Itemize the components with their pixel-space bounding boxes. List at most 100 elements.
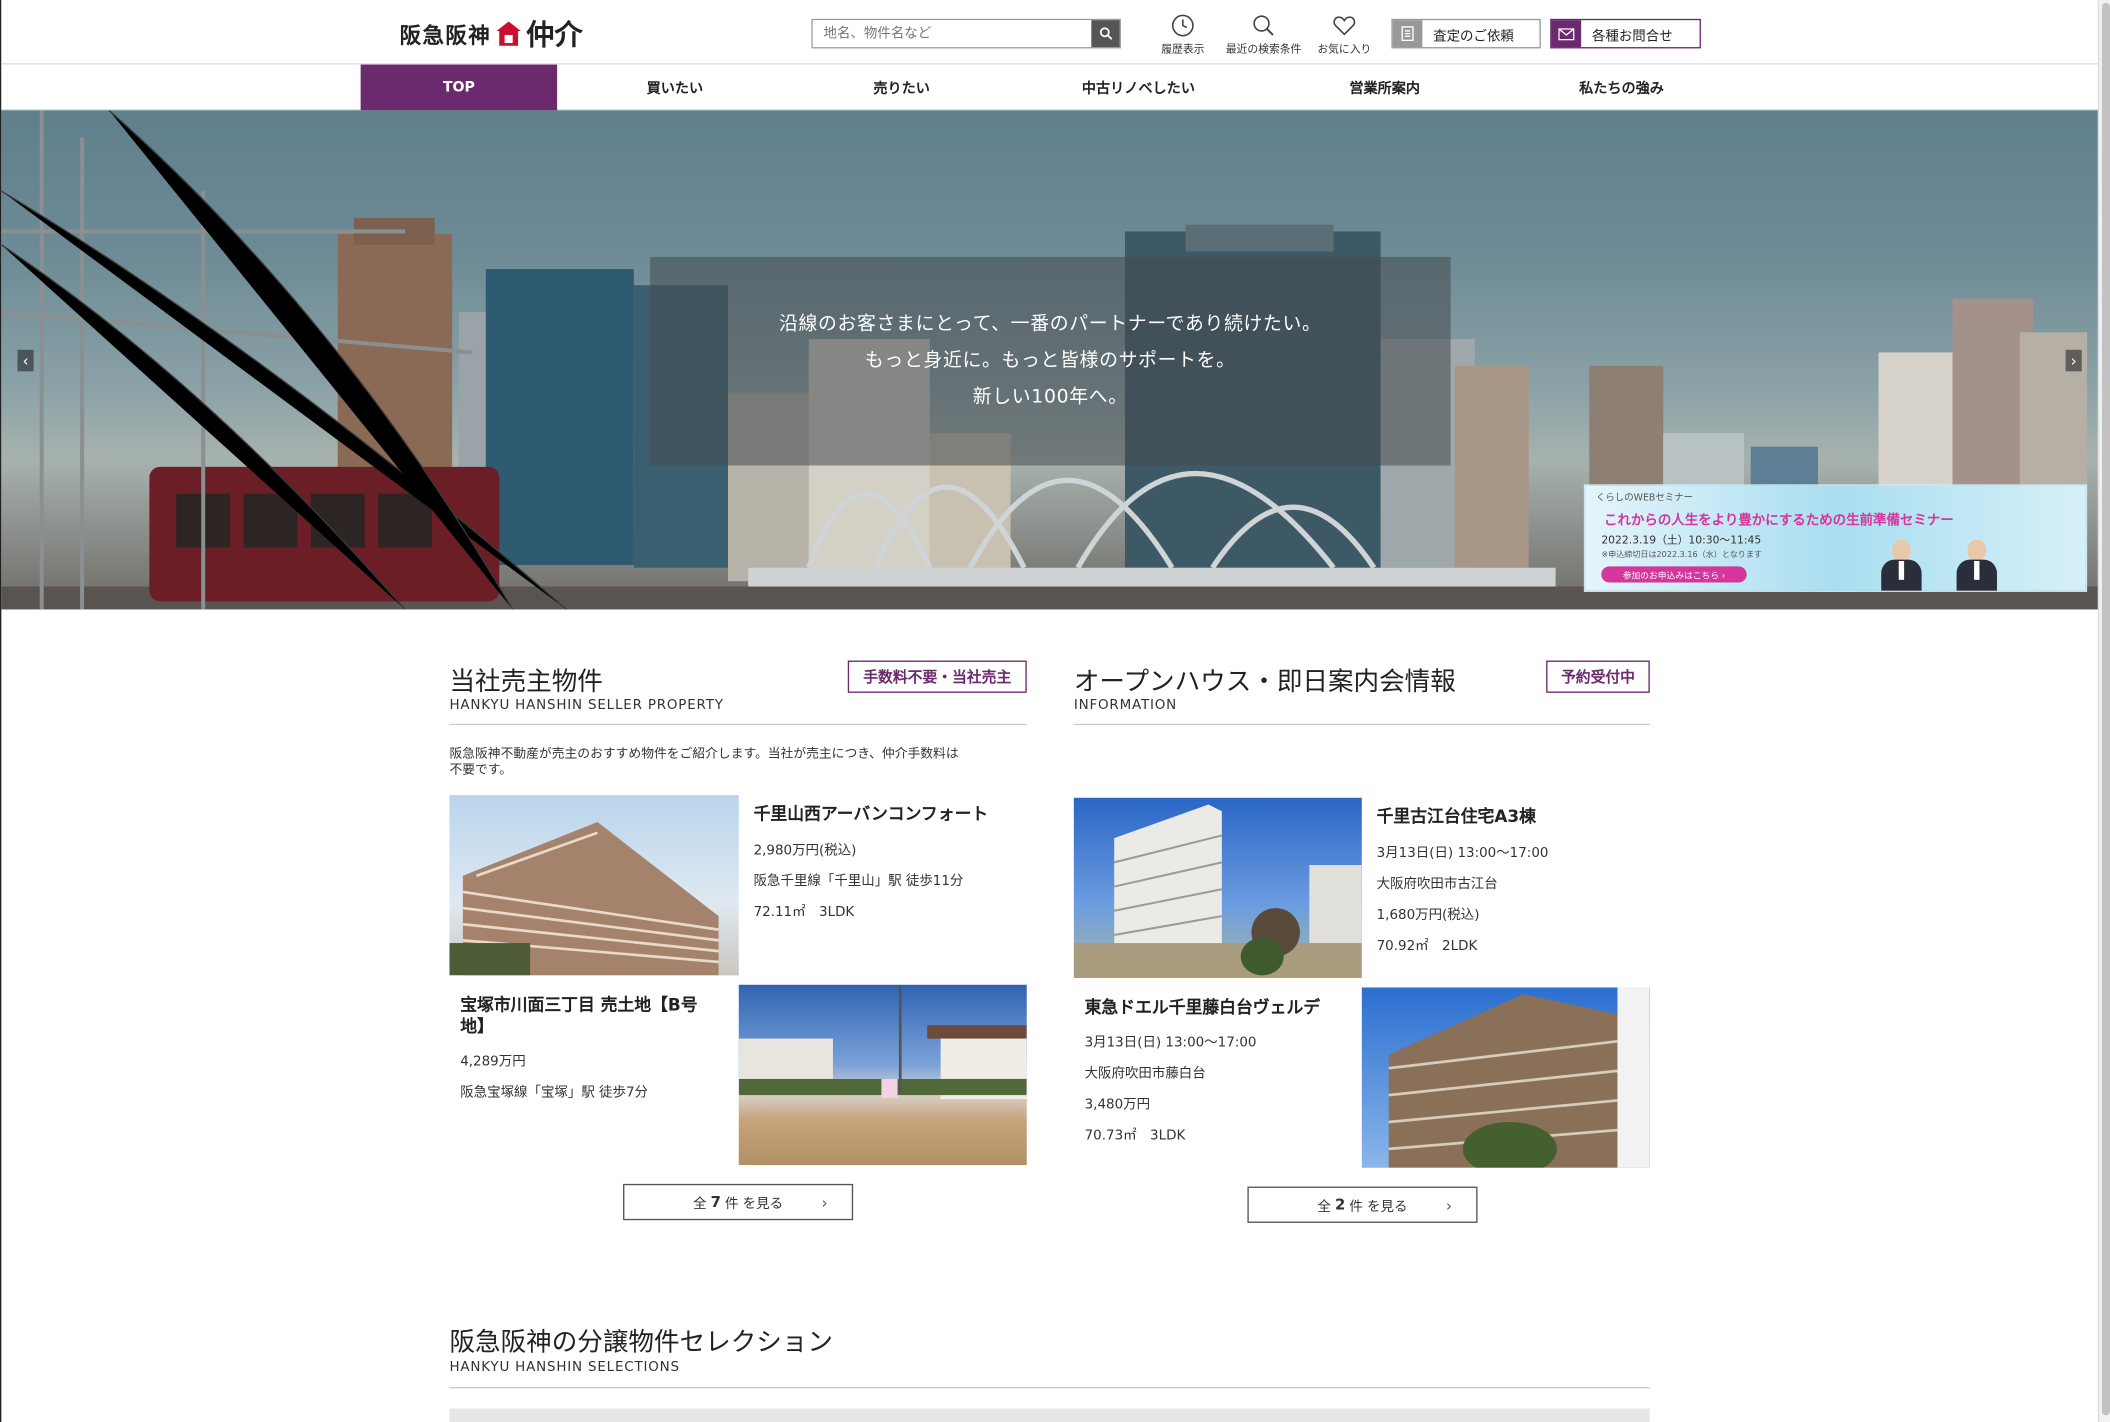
openhouse-name[interactable]: 東急ドエル千里藤白台ヴェルデ — [1085, 997, 1321, 1019]
openhouse-section-title: オープンハウス・即日案内会情報 — [1073, 667, 1456, 697]
property-photo[interactable] — [449, 795, 739, 976]
contact-label: 各種お問合せ — [1591, 28, 1673, 44]
history-button[interactable]: 履歴表示 — [1142, 13, 1223, 56]
openhouse-address: 大阪府吹田市藤白台 — [1084, 1066, 1206, 1082]
seller-description-line: 不要です。 — [449, 762, 513, 778]
property-name[interactable]: 宝塚市川面三丁目 売土地【B号 地】 — [460, 994, 729, 1037]
clock-icon — [1171, 14, 1194, 37]
openhouse-photo[interactable] — [1361, 987, 1650, 1168]
no-fee-badge: 手数料不要・当社売主 — [847, 660, 1027, 693]
openhouse-address: 大阪府吹田市古江台 — [1376, 877, 1498, 892]
search-icon — [1253, 15, 1274, 36]
chevron-right-icon: › — [821, 1194, 828, 1213]
nav-renovation[interactable]: 中古リノベしたい — [1011, 65, 1267, 111]
openhouse-photo[interactable] — [1073, 797, 1362, 979]
vacant-land-image — [738, 984, 1027, 1100]
seller-section-title: 当社売主物件 — [449, 667, 603, 697]
assessment-request-button[interactable]: 査定のご依頼 — [1391, 18, 1541, 49]
contact-button[interactable]: 各種お問合せ — [1550, 18, 1701, 49]
section-divider — [449, 1387, 1650, 1389]
nav-offices[interactable]: 営業所案内 — [1266, 65, 1503, 111]
openhouse-section-subtitle: INFORMATION — [1073, 698, 1178, 714]
recent-search-button[interactable]: 最近の検索条件 — [1223, 13, 1304, 56]
more-prefix: 全 — [1317, 1200, 1331, 1215]
property-price: 4,289万円 — [460, 1054, 526, 1070]
apartment-building-image — [449, 821, 719, 976]
chevron-right-icon: › — [1446, 1197, 1452, 1215]
page-scrollbar[interactable] — [2097, 0, 2110, 1422]
house-logo-icon — [496, 21, 521, 46]
property-access: 阪急千里線「千里山」駅 徒歩11分 — [753, 874, 964, 890]
banner-label: くらしのWEBセミナー — [1595, 492, 1694, 504]
openhouse-size: 70.73㎡ 3LDK — [1084, 1128, 1186, 1144]
hero-caption: 沿線のお客さまにとって、一番のパートナーであり続けたい。 もっと身近に。もっと皆… — [649, 256, 1451, 466]
logo-text-chukai: 仲介 — [526, 18, 583, 52]
search-icon — [1099, 27, 1112, 40]
seller-description: 阪急阪神不動産が売主のおすすめ物件をご紹介します。当社が売主につき、仲介手数料は… — [449, 747, 1028, 779]
view-all-seller-button[interactable]: 全7件 を見る › — [623, 1183, 854, 1221]
search-button[interactable] — [1091, 20, 1120, 48]
openhouse-name[interactable]: 千里古江台住宅A3棟 — [1377, 806, 1536, 828]
property-price: 2,980万円(税込) — [753, 843, 857, 859]
selection-section-title: 阪急阪神の分譲物件セレクション — [449, 1327, 833, 1358]
banner-date: 2022.3.19（土）10:30～11:45 — [1601, 534, 1762, 547]
apartment-building-image — [1388, 987, 1650, 1168]
openhouse-price: 1,680万円(税込) — [1376, 908, 1480, 923]
global-nav: TOP 買いたい 売りたい 中古リノベしたい 営業所案内 私たちの強み — [1, 64, 2098, 111]
openhouse-date: 3月13日(日) 13:00～17:00 — [1376, 846, 1549, 862]
property-access: 阪急宝塚線「宝塚」駅 徒歩7分 — [460, 1085, 648, 1101]
slider-prev-button[interactable]: ‹ — [17, 349, 34, 372]
scrollbar-thumb[interactable] — [2101, 2, 2110, 1416]
more-count: 7 — [710, 1193, 721, 1211]
seller-section-subtitle: HANKYU HANSHIN SELLER PROPERTY — [449, 698, 724, 714]
openhouse-date: 3月13日(日) 13:00～17:00 — [1084, 1035, 1257, 1051]
openhouse-price: 3,480万円 — [1084, 1097, 1151, 1113]
document-icon — [1392, 20, 1423, 48]
property-photo[interactable] — [738, 984, 1027, 1166]
search-box — [811, 18, 1121, 49]
section-divider — [1073, 723, 1650, 726]
recent-search-label: 最近の検索条件 — [1225, 43, 1302, 56]
more-count: 2 — [1334, 1195, 1346, 1214]
nav-sell[interactable]: 売りたい — [793, 65, 1011, 111]
favorites-button[interactable]: お気に入り — [1304, 13, 1385, 56]
site-header: 阪急阪神 仲介 履歴表示 最近の検索条件 お気に入り — [1, 0, 2098, 65]
hero-line-1: 沿線のお客さまにとって、一番のパートナーであり続けたい。 — [778, 313, 1322, 335]
reservation-badge: 予約受付中 — [1546, 660, 1650, 693]
search-input[interactable] — [812, 20, 1092, 48]
property-name-line: 地】 — [460, 1015, 494, 1036]
logo-text-brand: 阪急阪神 — [399, 22, 492, 49]
property-size: 72.11㎡ 3LDK — [753, 905, 855, 921]
seminar-banner[interactable]: くらしのWEBセミナー これからの人生をより豊かにするための生前準備セミナー 2… — [1583, 484, 2088, 592]
section-divider — [449, 723, 1027, 726]
banner-deadline: ※申込締切日は2022.3.16（水）となります — [1601, 550, 1762, 560]
selection-section-subtitle: HANKYU HANSHIN SELECTIONS — [449, 1360, 680, 1375]
property-name[interactable]: 千里山西アーバンコンフォート — [754, 803, 989, 825]
nav-strengths[interactable]: 私たちの強み — [1503, 65, 1740, 111]
more-prefix: 全 — [693, 1197, 707, 1213]
speaker-photo — [1956, 537, 1997, 591]
hero-line-3: 新しい100年へ。 — [972, 386, 1128, 408]
apartment-building-image — [1073, 804, 1362, 979]
slider-next-button[interactable]: › — [2065, 349, 2082, 372]
banner-title: これからの人生をより豊かにするための生前準備セミナー — [1604, 513, 1954, 529]
hero-line-2: もっと身近に。もっと皆様のサポートを。 — [864, 349, 1236, 372]
nav-top[interactable]: TOP — [360, 64, 558, 111]
nav-buy[interactable]: 買いたい — [557, 65, 792, 111]
view-all-openhouse-button[interactable]: 全2件 を見る › — [1247, 1186, 1478, 1223]
mail-icon — [1551, 20, 1582, 48]
site-logo[interactable]: 阪急阪神 仲介 — [400, 16, 583, 51]
hero-slider: ‹ › 沿線のお客さまにとって、一番のパートナーであり続けたい。 もっと身近に。… — [1, 110, 2098, 610]
assessment-request-label: 査定のご依頼 — [1433, 28, 1514, 44]
banner-cta: 参加のお申込みはこちら › — [1601, 566, 1747, 583]
seller-description-line: 阪急阪神不動産が売主のおすすめ物件をご紹介します。当社が売主につき、仲介手数料は — [449, 746, 959, 762]
more-suffix: 件 を見る — [724, 1197, 784, 1213]
more-suffix: 件 を見る — [1349, 1200, 1408, 1215]
favorites-label: お気に入り — [1317, 43, 1372, 56]
history-label: 履歴表示 — [1161, 43, 1205, 56]
selection-carousel — [449, 1408, 1650, 1422]
openhouse-size: 70.92㎡ 2LDK — [1376, 939, 1478, 954]
property-name-line: 宝塚市川面三丁目 売土地【B号 — [460, 994, 698, 1015]
speaker-photo — [1881, 537, 1922, 591]
header-utility-icons: 履歴表示 最近の検索条件 お気に入り — [1142, 13, 1384, 56]
